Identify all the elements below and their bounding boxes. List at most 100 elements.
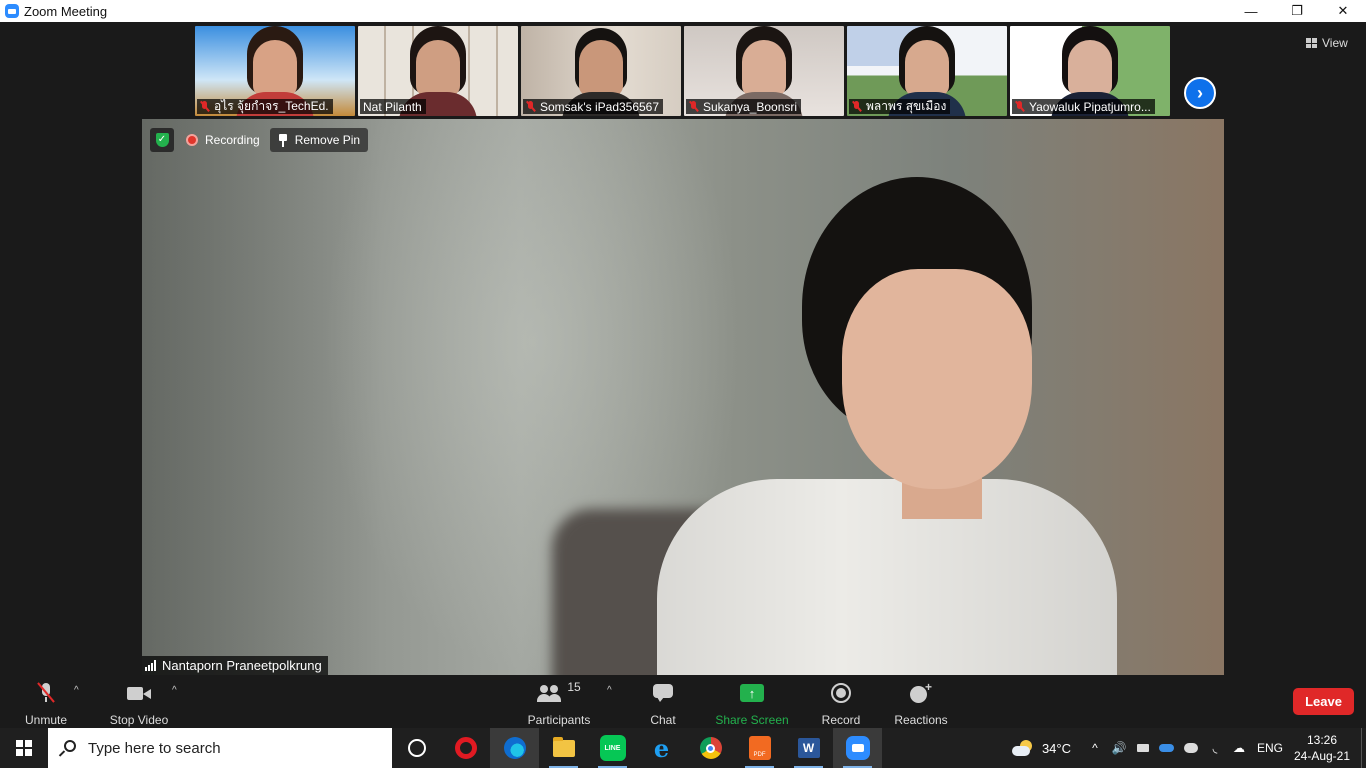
show-hidden-icons-button[interactable]: ^ <box>1083 728 1107 768</box>
internet-explorer-icon: e <box>653 733 670 763</box>
recording-icon <box>186 134 198 146</box>
chat-button[interactable]: Chat <box>648 681 678 727</box>
view-button[interactable]: View <box>1306 33 1348 53</box>
opera-taskbar-button[interactable] <box>441 728 490 768</box>
next-page-button[interactable]: › <box>1184 77 1216 109</box>
mic-muted-icon <box>851 101 862 112</box>
title-bar: Zoom Meeting — ❐ ✕ <box>0 0 1366 22</box>
remove-pin-label: Remove Pin <box>294 133 361 147</box>
word-taskbar-button[interactable]: W <box>784 728 833 768</box>
clock-time: 13:26 <box>1306 733 1338 747</box>
participant-name: พลาพร สุขเมือง <box>866 99 947 113</box>
pin-icon <box>278 133 288 147</box>
wifi-icon[interactable]: ◟ <box>1203 728 1227 768</box>
chrome-taskbar-button[interactable] <box>686 728 735 768</box>
window-controls: — ❐ ✕ <box>1228 0 1366 22</box>
reactions-button[interactable]: + Reactions <box>894 680 948 727</box>
zoom-app-icon <box>5 4 19 18</box>
record-button[interactable]: Record <box>821 681 861 727</box>
line-taskbar-button[interactable]: LINE <box>588 728 637 768</box>
restore-button[interactable]: ❐ <box>1274 0 1320 22</box>
battery-icon[interactable] <box>1131 728 1155 768</box>
taskbar-clock[interactable]: 13:26 24-Aug-21 <box>1293 732 1351 764</box>
windows-logo-icon <box>16 740 32 756</box>
zoom-icon <box>845 736 870 760</box>
participant-name-label: พลาพร สุขเมือง <box>849 99 951 114</box>
share-screen-label: Share Screen <box>715 713 789 727</box>
start-button[interactable] <box>0 728 48 768</box>
participant-name: Sukanya_Boonsri <box>703 99 798 114</box>
speaker-name-tag: Nantaporn Praneetpolkrung <box>142 656 328 675</box>
speaker-icon[interactable]: 🔊 <box>1107 728 1131 768</box>
participants-label: Participants <box>527 713 591 727</box>
participants-options-caret[interactable]: ^ <box>607 685 612 696</box>
video-camera-icon <box>127 685 151 701</box>
signal-strength-icon <box>145 660 156 671</box>
internet-explorer-taskbar-button[interactable]: e <box>637 728 686 768</box>
participant-head <box>905 40 949 96</box>
minimize-button[interactable]: — <box>1228 0 1274 22</box>
speaker-face <box>842 269 1032 489</box>
chat-icon <box>653 684 673 702</box>
onedrive-icon[interactable] <box>1155 728 1179 768</box>
search-icon <box>58 740 76 757</box>
input-language[interactable]: ENG <box>1257 741 1283 755</box>
pdf-icon: PDF <box>748 736 771 760</box>
participant-name-label: Somsak's iPad356567 <box>523 99 664 114</box>
pdf-taskbar-button[interactable]: PDF <box>735 728 784 768</box>
shirt-shading <box>657 479 1117 675</box>
leave-button[interactable]: Leave <box>1293 688 1354 715</box>
cloud-upload-icon[interactable]: ☁ <box>1227 728 1251 768</box>
shield-check-icon[interactable]: ✓ <box>150 128 174 152</box>
mic-muted-icon <box>1014 101 1025 112</box>
participant-head <box>1068 40 1112 96</box>
opera-icon <box>454 737 477 759</box>
stop-video-button[interactable]: Stop Video <box>109 681 169 727</box>
participant-head <box>253 40 297 96</box>
close-button[interactable]: ✕ <box>1320 0 1366 22</box>
participant-thumbnail[interactable]: พลาพร สุขเมือง <box>847 26 1007 116</box>
share-screen-button[interactable]: ↑ Share Screen <box>715 681 789 727</box>
view-label: View <box>1322 36 1348 50</box>
weather-temperature: 34°C <box>1041 740 1071 756</box>
remove-pin-button[interactable]: Remove Pin <box>269 128 369 152</box>
audio-options-caret[interactable]: ^ <box>74 685 79 696</box>
reactions-label: Reactions <box>894 713 948 727</box>
mic-muted-icon <box>199 101 210 112</box>
windows-taskbar: Type here to search LINE e PDF W 34°C ^ … <box>0 728 1366 768</box>
file-explorer-taskbar-button[interactable] <box>539 728 588 768</box>
mic-muted-icon <box>37 682 55 703</box>
word-icon: W <box>797 738 820 758</box>
cloud-icon[interactable] <box>1179 728 1203 768</box>
active-speaker-video[interactable] <box>142 119 1224 675</box>
cortana-button[interactable] <box>392 728 441 768</box>
participant-thumbnail[interactable]: Somsak's iPad356567 <box>521 26 681 116</box>
mic-muted-icon <box>525 101 536 112</box>
meeting-status-badges: ✓ Recording Remove Pin <box>150 127 369 153</box>
participant-name: Yaowaluk Pipatjumro... <box>1029 99 1151 114</box>
weather-widget[interactable]: 34°C <box>1011 740 1071 756</box>
video-options-caret[interactable]: ^ <box>172 685 177 696</box>
zoom-window: Zoom Meeting — ❐ ✕ อุไร จุ้ยกำจร_TechEd.… <box>0 0 1366 768</box>
participant-thumbnail[interactable]: อุไร จุ้ยกำจร_TechEd. <box>195 26 355 116</box>
show-desktop-button[interactable] <box>1361 728 1366 768</box>
taskbar-search-box[interactable]: Type here to search <box>48 728 392 768</box>
participant-thumbnail[interactable]: Nat Pilanth <box>358 26 518 116</box>
participant-thumbnail[interactable]: Yaowaluk Pipatjumro... <box>1010 26 1170 116</box>
unmute-button[interactable]: Unmute <box>24 681 68 727</box>
share-screen-icon: ↑ <box>740 684 764 702</box>
search-placeholder: Type here to search <box>88 739 221 757</box>
participant-thumbnail[interactable]: Sukanya_Boonsri <box>684 26 844 116</box>
file-explorer-icon <box>552 736 575 757</box>
participant-head <box>742 40 786 96</box>
recording-indicator[interactable]: Recording <box>186 133 260 147</box>
zoom-taskbar-button[interactable] <box>833 728 882 768</box>
record-label: Record <box>821 713 861 727</box>
edge-icon <box>503 737 526 759</box>
add-reaction-icon: + <box>910 680 932 703</box>
participant-name-label: อุไร จุ้ยกำจร_TechEd. <box>197 99 333 114</box>
line-icon: LINE <box>599 735 626 761</box>
participants-button[interactable]: 15 Participants <box>527 680 591 727</box>
chevron-right-icon: › <box>1197 82 1203 103</box>
edge-taskbar-button[interactable] <box>490 728 539 768</box>
